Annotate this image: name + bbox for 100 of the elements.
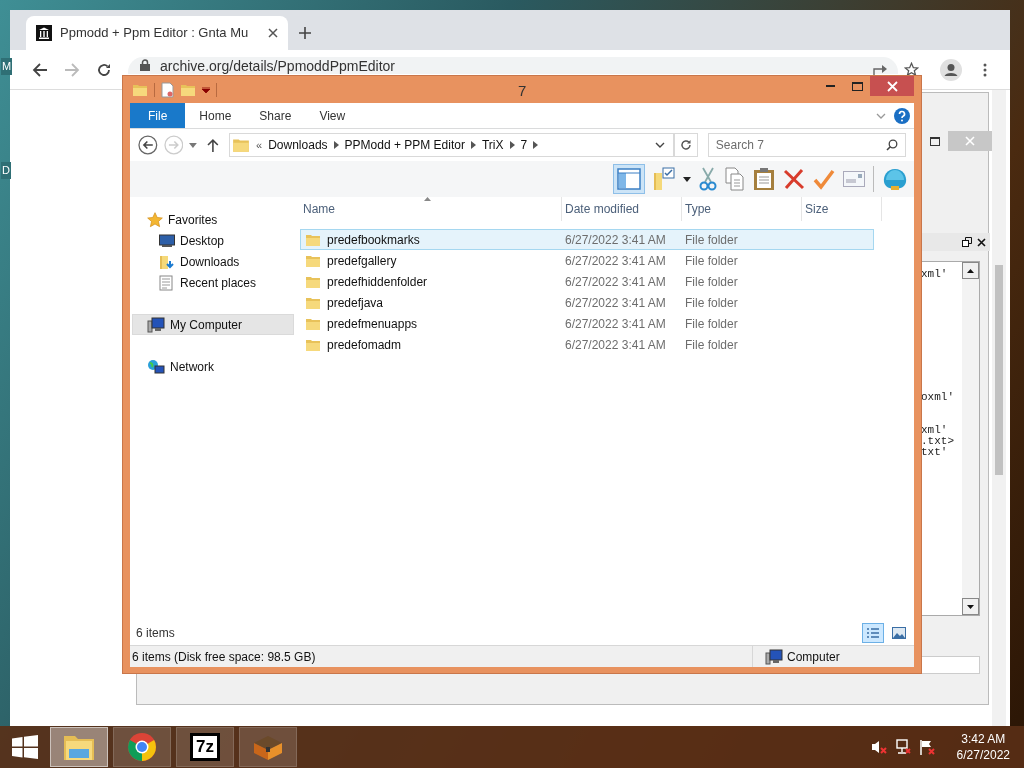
- input-field[interactable]: [920, 656, 980, 674]
- delete-x-icon[interactable]: [783, 168, 805, 190]
- view-button[interactable]: [862, 623, 884, 643]
- scrollbar-thumb[interactable]: [995, 265, 1003, 475]
- code-text: oxml': [921, 392, 954, 403]
- code-text: xml': [921, 425, 948, 436]
- clipboard-icon[interactable]: [753, 167, 775, 191]
- window-title: 7: [518, 81, 527, 101]
- chevron-right-icon[interactable]: [333, 141, 339, 149]
- ribbon-tab[interactable]: View: [305, 103, 360, 128]
- item-count: 6 items: [136, 625, 175, 642]
- scroll-down-button[interactable]: [962, 598, 979, 615]
- muted-speaker-icon[interactable]: [870, 739, 887, 755]
- dropdown-icon[interactable]: [683, 176, 691, 182]
- taskbar-app[interactable]: [113, 727, 171, 767]
- column-header[interactable]: Date modified: [562, 197, 682, 221]
- profile-icon[interactable]: [940, 59, 962, 81]
- shell-icon[interactable]: [882, 167, 908, 191]
- address-bar[interactable]: archive.org/details/PpmoddPpmEditor: [128, 57, 898, 74]
- file-name: predefjava: [327, 294, 384, 312]
- breadcrumb-item[interactable]: PPModd + PPM Editor: [344, 136, 465, 154]
- chevron-down-icon[interactable]: [655, 142, 666, 148]
- file-row[interactable]: predefomadm 6/27/2022 3:41 AM File folder: [300, 334, 874, 355]
- reload-icon[interactable]: [96, 61, 112, 78]
- file-row[interactable]: predefgallery 6/27/2022 3:41 AM File folder: [300, 250, 874, 271]
- flag-icon[interactable]: [918, 739, 935, 755]
- date-cell-text: 6/27/2022 3:41 AM: [564, 336, 667, 354]
- close-icon[interactable]: [268, 28, 278, 38]
- preview-pane-button[interactable]: [613, 164, 645, 194]
- type-cell-text: File folder: [684, 294, 739, 312]
- type-cell-text: File folder: [684, 315, 739, 333]
- close-icon[interactable]: [977, 237, 986, 247]
- date-cell-text: 6/27/2022 3:41 AM: [564, 273, 667, 291]
- file-row[interactable]: predefmenuapps 6/27/2022 3:41 AM File folder: [300, 313, 874, 334]
- globe-icon: [147, 358, 165, 375]
- clock-time[interactable]: 3:42 AM: [961, 731, 1006, 747]
- file-name: predefomadm: [327, 336, 402, 354]
- chevron-right-icon[interactable]: [470, 141, 476, 149]
- address-bar[interactable]: « Downloads PPModd + PPM Editor TriX 7: [229, 133, 675, 157]
- ribbon-tab[interactable]: File: [130, 103, 186, 128]
- file-name: predefmenuapps: [327, 315, 418, 333]
- taskbar-app[interactable]: 7z: [176, 727, 234, 767]
- sort-arrow-icon: [424, 197, 431, 201]
- nav-item[interactable]: My Computer: [132, 314, 294, 335]
- star-icon[interactable]: [904, 62, 919, 77]
- breadcrumb-item[interactable]: TriX: [481, 136, 504, 154]
- nav-item[interactable]: Favorites: [132, 209, 294, 230]
- search-field[interactable]: Search 7: [707, 133, 906, 157]
- breadcrumb-overflow[interactable]: «: [256, 136, 263, 154]
- app-logo: 7z: [190, 733, 220, 761]
- desktop-icon-label[interactable]: D: [1, 162, 11, 179]
- desktop-icon-label[interactable]: M: [1, 58, 13, 75]
- up-arrow-icon[interactable]: [207, 138, 220, 152]
- folder-download-icon: [159, 253, 175, 270]
- file-row[interactable]: predefjava 6/27/2022 3:41 AM File folder: [300, 292, 874, 313]
- date-cell-text: 6/27/2022 3:41 AM: [564, 294, 667, 312]
- folder-check-icon[interactable]: [653, 167, 675, 191]
- search-input[interactable]: Search 7: [715, 136, 886, 154]
- network-error-icon[interactable]: [894, 739, 911, 755]
- nav-item[interactable]: Desktop: [132, 230, 294, 251]
- chest-icon: [252, 733, 284, 761]
- date-cell-text: 6/27/2022 3:41 AM: [564, 231, 667, 249]
- text-area[interactable]: xml' oxml' xml' .txt> txt': [920, 261, 980, 616]
- maximize-icon: [851, 81, 863, 91]
- type-cell-text: File folder: [684, 273, 739, 291]
- back-icon[interactable]: [138, 135, 158, 155]
- column-header[interactable]: Size: [802, 197, 882, 221]
- back-icon[interactable]: [32, 61, 48, 78]
- column-header[interactable]: Type: [682, 197, 802, 221]
- scroll-up-button[interactable]: [962, 262, 979, 279]
- menu-icon[interactable]: [983, 63, 987, 77]
- tab-title: Ppmodd + Ppm Editor : Gnta Mu: [60, 24, 250, 43]
- nav-item[interactable]: Network: [132, 356, 294, 377]
- close-button[interactable]: [870, 76, 914, 96]
- breadcrumb-item[interactable]: 7: [520, 136, 528, 154]
- clock-date[interactable]: 6/27/2022: [956, 747, 1010, 763]
- windows-logo-icon: [12, 735, 38, 759]
- chevron-right-icon[interactable]: [533, 141, 539, 149]
- ribbon-tab[interactable]: Share: [245, 103, 306, 128]
- nav-item[interactable]: Recent places: [132, 272, 294, 293]
- computer-icon: [147, 316, 165, 333]
- share-icon[interactable]: [873, 63, 889, 77]
- scissors-icon[interactable]: [699, 167, 717, 191]
- help-icon[interactable]: [894, 107, 910, 124]
- chevron-right-icon[interactable]: [509, 141, 515, 149]
- ribbon-tab[interactable]: Home: [185, 103, 246, 128]
- taskbar-app[interactable]: [239, 727, 297, 767]
- file-name: predefbookmarks: [327, 231, 420, 249]
- checkmark-icon[interactable]: [813, 168, 835, 190]
- restore-icon[interactable]: [962, 237, 972, 247]
- file-row[interactable]: predefbookmarks 6/27/2022 3:41 AM File folder: [300, 229, 874, 250]
- nav-item[interactable]: Downloads: [132, 251, 294, 272]
- breadcrumb-item[interactable]: Downloads: [268, 136, 328, 154]
- chrome-logo-icon: [127, 732, 157, 762]
- browser-tab[interactable]: Ppmodd + Ppm Editor : Gnta Mu: [26, 16, 288, 50]
- document-icon[interactable]: [161, 81, 174, 98]
- file-row[interactable]: predefhiddenfolder 6/27/2022 3:41 AM File folder: [300, 271, 874, 292]
- refresh-button[interactable]: [674, 133, 698, 157]
- code-text: xml': [921, 269, 948, 280]
- new-tab-icon[interactable]: [298, 26, 312, 40]
